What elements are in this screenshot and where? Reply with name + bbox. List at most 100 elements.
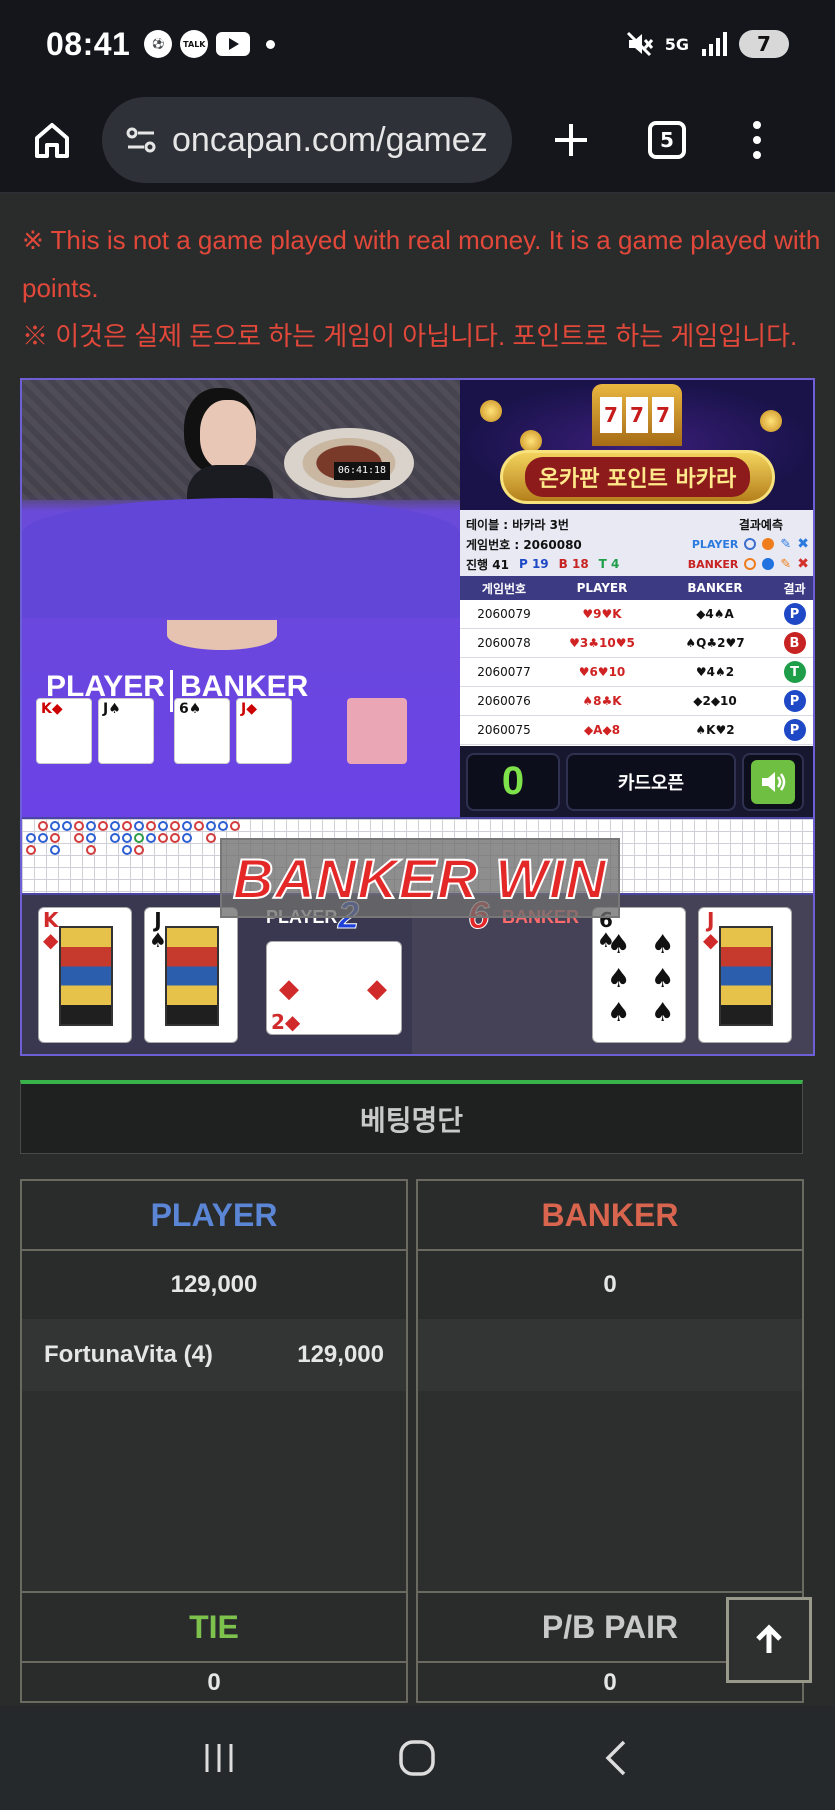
banker-card-1: 6 ♠ ♠ ♠ ♠ ♠ ♠ ♠	[592, 907, 686, 1043]
arrow-up-icon	[756, 1624, 782, 1653]
bead-road-marker	[122, 821, 132, 831]
history-result: T	[774, 661, 813, 683]
dot-icon	[266, 39, 276, 49]
bead-road-marker	[74, 821, 84, 831]
home-nav-button[interactable]	[377, 1718, 457, 1798]
status-bar: 08:41 ⚽ TALK 5G 7	[0, 0, 835, 88]
history-player-cards: ♥9♥K	[582, 607, 622, 621]
back-button[interactable]	[576, 1718, 656, 1798]
prediction-circle-icon[interactable]	[744, 538, 757, 550]
result-badge: B	[783, 632, 806, 654]
sound-button[interactable]	[742, 752, 804, 811]
bead-road-marker	[26, 845, 36, 855]
bead-road-marker	[218, 821, 228, 831]
bead-road-marker	[146, 821, 156, 831]
site-settings-icon[interactable]	[124, 123, 158, 157]
history-game-id: 2060079	[477, 607, 531, 621]
spade-pip-icon: ♠	[651, 930, 675, 960]
slot-digit: 7	[626, 397, 648, 433]
battery-icon: 7	[739, 30, 789, 58]
history-game-id: 2060076	[477, 694, 531, 708]
prediction-banker-label: BANKER	[687, 557, 739, 571]
new-tab-button[interactable]	[536, 105, 606, 175]
bet-entry: FortunaVita (4) 129,000	[22, 1319, 406, 1391]
pencil-icon[interactable]: ✎	[780, 557, 791, 572]
history-row: 2060077 ♥6♥10 ♥4♠2 T	[460, 658, 813, 687]
prediction-blue-icon[interactable]	[762, 558, 775, 570]
close-icon[interactable]: ✖	[797, 536, 809, 552]
bead-road-marker	[122, 833, 132, 843]
mute-icon	[626, 31, 653, 57]
soccer-ball-icon: ⚽	[144, 30, 173, 58]
spade-pip-icon: ♠	[607, 930, 631, 960]
history-banker-cards: ♥4♠2	[695, 665, 735, 679]
history-game-id: 2060075	[477, 723, 531, 737]
card-shoe	[347, 698, 407, 764]
battery-level: 7	[757, 32, 771, 56]
face-card-art	[719, 926, 773, 1026]
prediction-orange-icon[interactable]	[762, 538, 775, 550]
history-row: 2060075 ◆A◆8 ♠K♥2 P	[460, 716, 813, 745]
history-banker-cards: ♠K♥2	[695, 723, 735, 737]
progress-label: 진행 41	[466, 557, 509, 572]
bead-road-marker	[122, 845, 132, 855]
betting-list-title: 베팅명단	[359, 1103, 464, 1137]
card-suit: ◆	[284, 1010, 301, 1034]
video-card: J◆	[236, 698, 292, 764]
bead-road-marker	[50, 833, 60, 843]
player-card-1: K ◆	[38, 907, 132, 1043]
notice-english: ※ This is not a game played with real mo…	[22, 225, 821, 303]
logo-banner: 온카판 포인트 바카라	[500, 450, 775, 504]
address-bar[interactable]: oncapan.com/gamez	[102, 97, 512, 183]
recent-apps-button[interactable]	[179, 1718, 259, 1798]
bead-road-marker	[158, 833, 168, 843]
diamond-pip-icon: ◆	[367, 974, 387, 1004]
prediction-circle-icon[interactable]	[744, 558, 757, 570]
tab-switcher-button[interactable]: 5	[632, 105, 702, 175]
banker-count: B 18	[558, 557, 589, 571]
diamond-pip-icon: ◆	[279, 974, 299, 1004]
history-col-result: 결과	[783, 581, 806, 596]
speaker-icon	[762, 771, 786, 792]
notice: ※ This is not a game played with real mo…	[22, 216, 822, 360]
bead-road-marker	[110, 821, 120, 831]
history-row: 2060079 ♥9♥K ◆4♠A P	[460, 600, 813, 629]
bet-amount: 129,000	[297, 1341, 384, 1368]
live-video[interactable]: 06:41:18 PLAYER BANKER K◆ J♠ 6♠ J◆	[22, 380, 460, 817]
scroll-to-top-button[interactable]	[726, 1597, 812, 1683]
bead-road-marker	[170, 821, 180, 831]
player-bet-column: PLAYER 129,000 FortunaVita (4) 129,000 T…	[20, 1179, 408, 1703]
status-system-icons: 5G 7	[625, 30, 789, 58]
history-col-player: PLAYER	[576, 581, 628, 595]
close-icon[interactable]: ✖	[797, 556, 809, 572]
spade-pip-icon: ♠	[651, 998, 675, 1028]
game-logo: 7 7 7 온카판 포인트 바카라	[460, 380, 813, 510]
browser-menu-button[interactable]	[722, 105, 792, 175]
pencil-icon[interactable]: ✎	[780, 537, 791, 552]
home-button[interactable]	[24, 112, 80, 168]
bead-road-marker	[86, 821, 96, 831]
prediction-player-label: PLAYER	[691, 537, 739, 551]
player-bet-total: 129,000	[170, 1271, 258, 1298]
plus-icon	[555, 124, 587, 156]
coin-icon	[760, 410, 782, 432]
bead-road-marker	[98, 821, 108, 831]
baccarat-game-panel: 06:41:18 PLAYER BANKER K◆ J♠ 6♠ J◆ 7 7 7…	[20, 378, 815, 1056]
history-game-id: 2060078	[477, 636, 531, 650]
card-open-button[interactable]: 카드오픈	[566, 752, 736, 811]
history-banker-cards: ♠Q♣2♥7	[685, 636, 745, 650]
bead-road-marker	[110, 833, 120, 843]
bead-road-marker	[158, 821, 168, 831]
bead-road-marker	[146, 833, 156, 843]
bettor-name: FortunaVita (4)	[44, 1341, 213, 1368]
card-rank: 2	[271, 1010, 285, 1034]
bead-road-marker	[86, 833, 96, 843]
video-card: K◆	[36, 698, 92, 764]
bead-road-marker	[26, 833, 36, 843]
win-banner-text: BANKER WIN	[232, 846, 607, 911]
bet-entry-empty	[418, 1319, 802, 1391]
history-result: P	[774, 719, 813, 741]
slot-digit: 7	[600, 397, 622, 433]
coin-icon	[480, 400, 502, 422]
player-card-3: 2◆ ◆ ◆	[266, 941, 402, 1035]
